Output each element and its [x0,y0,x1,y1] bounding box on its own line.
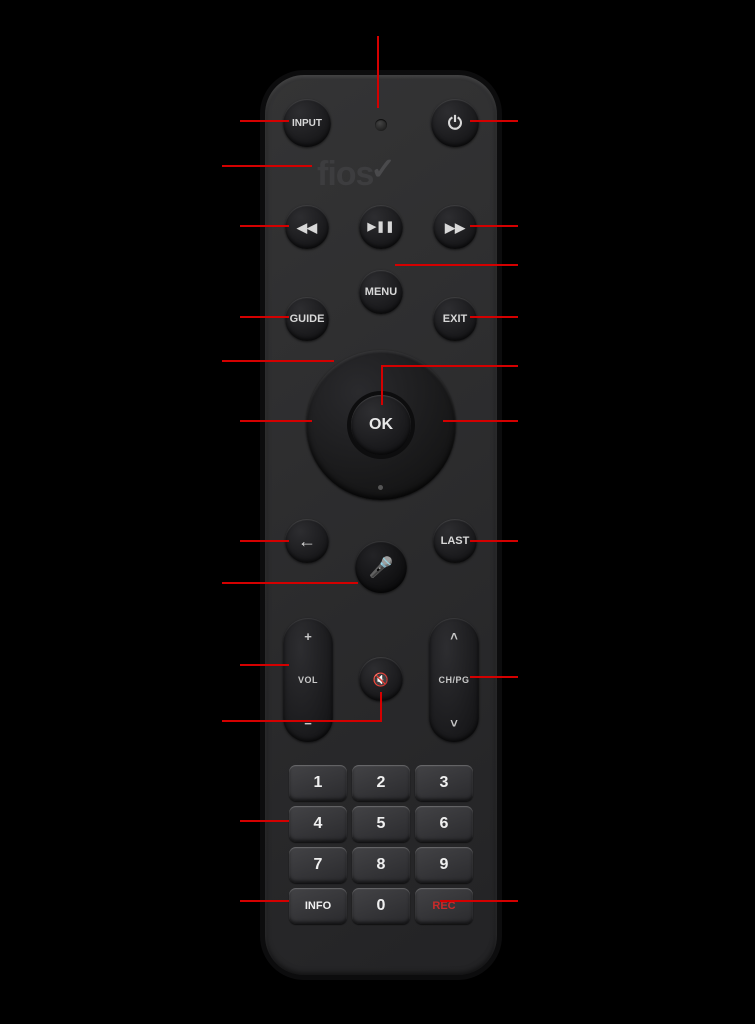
ch-down-icon: ˅ [450,717,458,730]
lead-guide [240,316,289,318]
numkey-0[interactable]: 0 [352,888,410,924]
rec-key[interactable]: REC [415,888,473,924]
lead-ok-h [381,365,518,367]
mic-icon: 🎤 [369,555,394,580]
mute-icon: 🔇 [373,673,389,686]
guide-button[interactable]: GUIDE [285,297,329,341]
brand-text: fios [317,155,373,193]
channel-rocker[interactable]: ˄ CH/PG ˅ [429,618,479,742]
diagram-stage: INPUT ⏻ fios✓ ◀◀ ▶❚❚ ▶▶ MENU GUIDE EXIT [0,0,755,1024]
lead-back [240,540,289,542]
lead-volume [240,664,289,666]
ir-sensor [375,119,387,131]
guide-label: GUIDE [290,313,325,325]
menu-label: MENU [365,286,397,298]
lead-mute-v [380,692,382,720]
brand-check-icon: ✓ [370,153,394,186]
lead-sensor [377,36,379,108]
lead-mic [222,582,358,584]
lead-dpad-right [443,420,518,422]
lead-ok-v [381,365,383,405]
last-label: LAST [441,535,470,547]
lead-channel [470,676,518,678]
lead-exit [470,316,518,318]
vol-label: VOL [298,675,318,685]
info-key[interactable]: INFO [289,888,347,924]
numkey-6[interactable]: 6 [415,806,473,842]
lead-rewind [240,225,289,227]
voice-button[interactable]: 🎤 [355,541,407,593]
rewind-button[interactable]: ◀◀ [285,205,329,249]
numkey-1[interactable]: 1 [289,765,347,801]
numkey-9[interactable]: 9 [415,847,473,883]
forward-icon: ▶▶ [445,221,465,234]
lead-brand [222,165,312,167]
lead-numpad [240,820,289,822]
numkey-7[interactable]: 7 [289,847,347,883]
dpad-dot [378,485,383,490]
play-pause-button[interactable]: ▶❚❚ [359,205,403,249]
brand-logo: fios✓ [317,155,398,194]
lead-menu [395,264,518,266]
lead-last [470,540,518,542]
numkey-8[interactable]: 8 [352,847,410,883]
volume-rocker[interactable]: + VOL − [283,618,333,742]
ok-label: OK [369,416,393,434]
exit-button[interactable]: EXIT [433,297,477,341]
lead-info [240,900,289,902]
forward-button[interactable]: ▶▶ [433,205,477,249]
back-icon: ← [298,532,316,550]
input-label: INPUT [292,118,322,129]
power-icon: ⏻ [448,114,462,132]
play-pause-icon: ▶❚❚ [368,222,395,233]
menu-button[interactable]: MENU [359,270,403,314]
lead-dpad-up [222,360,334,362]
power-button[interactable]: ⏻ [431,99,479,147]
rewind-icon: ◀◀ [297,221,317,234]
numkey-5[interactable]: 5 [352,806,410,842]
lead-rec [440,900,518,902]
exit-label: EXIT [443,313,467,325]
numkey-2[interactable]: 2 [352,765,410,801]
lead-input [240,120,289,122]
input-button[interactable]: INPUT [283,99,331,147]
lead-power [470,120,518,122]
ch-label: CH/PG [438,675,469,685]
back-button[interactable]: ← [285,519,329,563]
vol-up-icon: + [304,630,312,643]
remote-body: INPUT ⏻ fios✓ ◀◀ ▶❚❚ ▶▶ MENU GUIDE EXIT [260,70,502,980]
ch-up-icon: ˄ [450,630,458,643]
lead-dpad-left [240,420,312,422]
lead-forward [470,225,518,227]
lead-mute-h [222,720,382,722]
numkey-4[interactable]: 4 [289,806,347,842]
numkey-3[interactable]: 3 [415,765,473,801]
vol-down-icon: − [304,717,312,730]
